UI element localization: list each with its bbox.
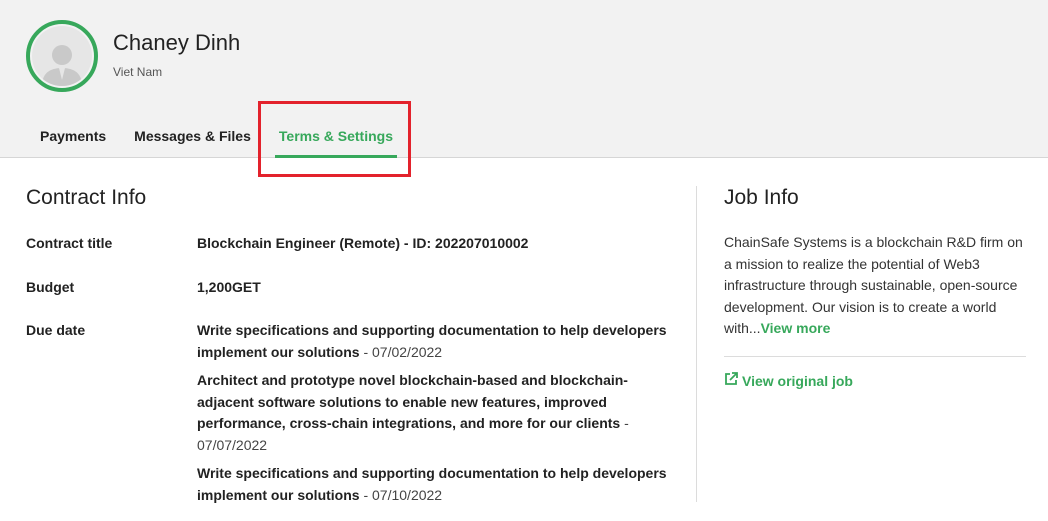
contract-title-label: Contract title bbox=[26, 235, 113, 251]
user-avatar-icon bbox=[32, 26, 92, 86]
milestone-item: Architect and prototype novel blockchain… bbox=[197, 370, 677, 456]
milestone-text: Architect and prototype novel blockchain… bbox=[197, 372, 628, 431]
budget-label: Budget bbox=[26, 279, 75, 295]
user-name: Chaney Dinh bbox=[113, 30, 241, 55]
budget-value: 1,200GET bbox=[197, 279, 261, 295]
job-info-heading: Job Info bbox=[724, 186, 799, 209]
view-more-link[interactable]: View more bbox=[761, 320, 831, 336]
external-link-icon bbox=[724, 372, 738, 389]
milestone-date: - 07/10/2022 bbox=[359, 486, 443, 503]
milestone-item: Write specifications and supporting docu… bbox=[197, 320, 677, 363]
job-description: ChainSafe Systems is a blockchain R&D fi… bbox=[724, 232, 1024, 340]
avatar[interactable] bbox=[26, 20, 98, 92]
tab-payments[interactable]: Payments bbox=[26, 113, 120, 158]
tab-bar: Payments Messages & Files Terms & Settin… bbox=[26, 113, 407, 158]
tab-terms-settings[interactable]: Terms & Settings bbox=[265, 113, 407, 158]
milestone-item: Write specifications and supporting docu… bbox=[197, 463, 677, 506]
view-original-job-label: View original job bbox=[742, 372, 853, 389]
column-divider bbox=[696, 186, 697, 502]
contract-title-value: Blockchain Engineer (Remote) - ID: 20220… bbox=[197, 235, 529, 251]
due-date-label: Due date bbox=[26, 322, 86, 338]
profile-header: Chaney Dinh Viet Nam Payments Messages &… bbox=[0, 0, 1048, 158]
contract-info-heading: Contract Info bbox=[26, 186, 147, 209]
view-original-job-link[interactable]: View original job bbox=[724, 372, 853, 389]
user-country: Viet Nam bbox=[113, 65, 163, 79]
job-info-divider bbox=[724, 356, 1026, 357]
milestone-list: Write specifications and supporting docu… bbox=[197, 320, 677, 513]
tab-messages-files[interactable]: Messages & Files bbox=[120, 113, 265, 158]
milestone-date: - 07/02/2022 bbox=[359, 343, 443, 360]
